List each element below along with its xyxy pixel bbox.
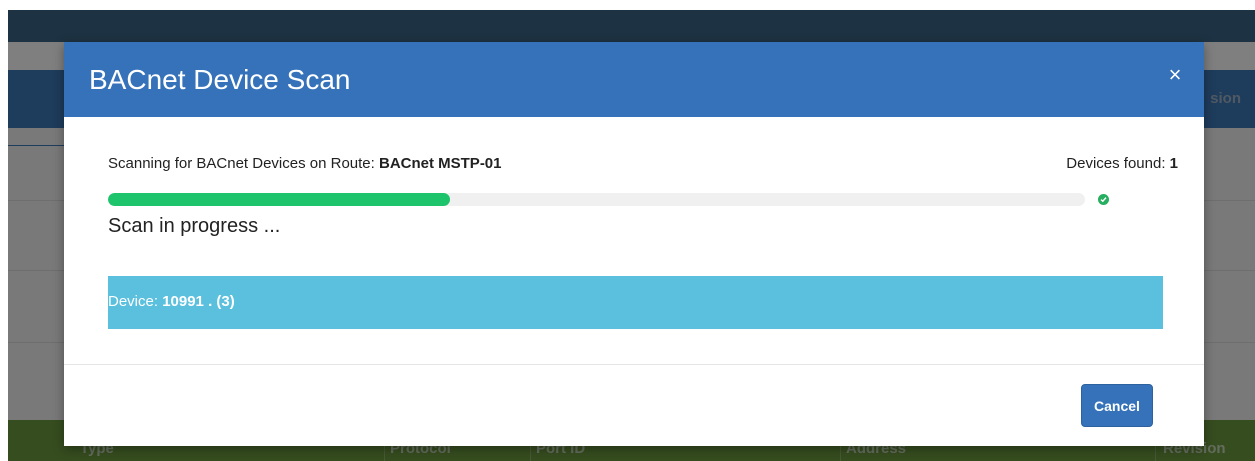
device-item-text: Device: 10991 . (3) [108, 293, 235, 310]
devices-found-count: 1 [1169, 155, 1178, 172]
devices-found-label: Devices found: [1066, 155, 1170, 172]
device-id: 10991 . (3) [162, 293, 235, 310]
route-name: BACnet MSTP-01 [378, 155, 502, 172]
device-label: Device: [108, 293, 163, 310]
device-list-item[interactable]: Device: 10991 . (3) [108, 276, 1163, 329]
devices-found-text: Devices found: 1 [1066, 155, 1178, 172]
dialog-title: BACnet Device Scan [89, 64, 351, 95]
check-circle-icon [1098, 194, 1109, 205]
dialog-footer-divider [64, 364, 1204, 365]
dialog-body: Scanning for BACnet Devices on Route: BA… [108, 117, 1178, 363]
device-scan-dialog: BACnet Device Scan × Scanning for BACnet… [64, 42, 1204, 446]
cancel-button[interactable]: Cancel [1081, 384, 1153, 427]
scan-route-prefix: Scanning for BACnet Devices on Route: [108, 155, 379, 172]
close-icon[interactable]: × [1162, 62, 1188, 88]
scan-status-text: Scan in progress ... [108, 215, 281, 237]
scan-progress-fill [108, 193, 450, 206]
scan-route-text: Scanning for BACnet Devices on Route: BA… [108, 155, 502, 172]
scan-progress-bar [108, 193, 1085, 206]
dialog-header: BACnet Device Scan × [64, 42, 1204, 117]
